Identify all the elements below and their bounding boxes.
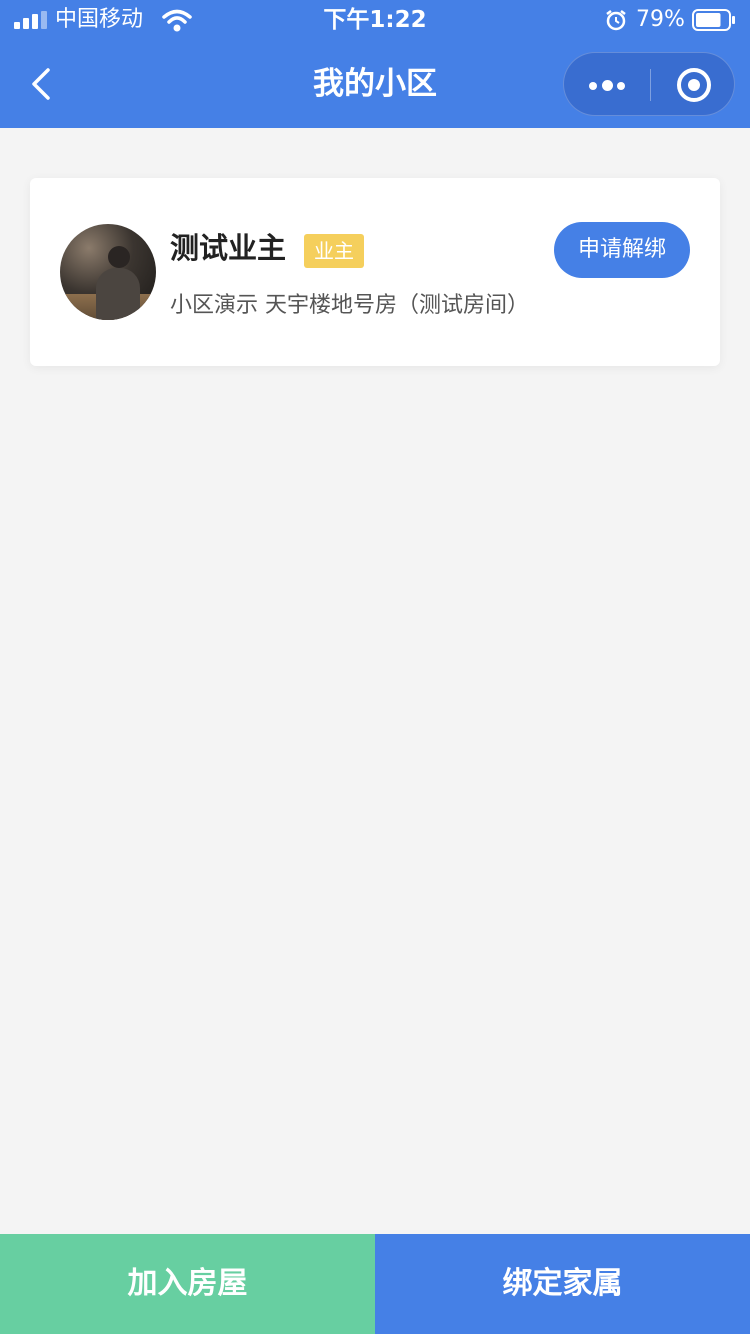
apply-unbind-button[interactable]: 申请解绑 [554, 222, 690, 278]
close-button[interactable] [651, 53, 736, 117]
avatar [60, 224, 156, 320]
nav-bar: 我的小区 [0, 40, 750, 128]
status-bar: 中国移动 下午1:22 79% [0, 0, 750, 40]
mini-program-capsule [563, 52, 735, 116]
role-badge: 业主 [304, 234, 364, 268]
bottom-action-bar: 加入房屋 绑定家属 [0, 1234, 750, 1334]
battery-percent: 79% [636, 7, 685, 32]
house-address: 小区演示 天宇楼地号房（测试房间） [170, 293, 529, 318]
alarm-icon [606, 10, 626, 31]
top-bar: 中国移动 下午1:22 79% 我的小区 [0, 0, 750, 128]
user-name: 测试业主 [170, 231, 287, 265]
bind-family-button[interactable]: 绑定家属 [375, 1234, 750, 1334]
more-button[interactable] [564, 53, 650, 117]
community-card: 测试业主 业主 小区演示 天宇楼地号房（测试房间） 申请解绑 [30, 178, 720, 366]
battery-icon [692, 9, 735, 31]
more-dots-icon [589, 82, 597, 90]
screen: 中国移动 下午1:22 79% 我的小区 测试业主 业主 小区演示 天宇楼地号房… [0, 0, 750, 1334]
join-house-button[interactable]: 加入房屋 [0, 1234, 375, 1334]
